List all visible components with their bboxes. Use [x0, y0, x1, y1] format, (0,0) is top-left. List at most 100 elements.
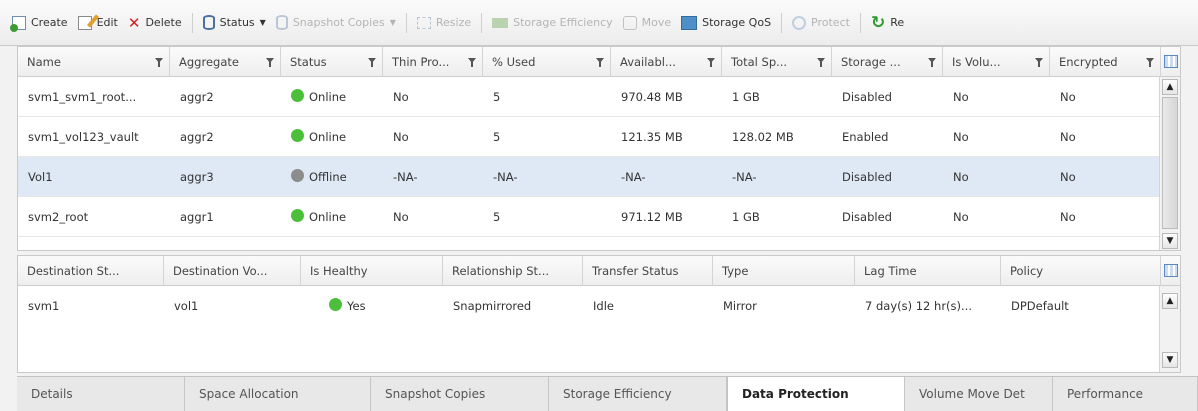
column-header-relationship-state[interactable]: Relationship St... — [443, 256, 583, 286]
column-header-total-space[interactable]: Total Sp... — [722, 47, 832, 77]
volume-name-cell: svm1_vol123_vault — [18, 117, 170, 157]
column-label: Relationship St... — [452, 264, 550, 278]
column-chooser-icon[interactable] — [1164, 264, 1178, 277]
available-cell: 971.12 MB — [611, 197, 722, 237]
cell-text: aggr2 — [180, 130, 214, 144]
column-header-transfer-status[interactable]: Transfer Status — [583, 256, 713, 286]
tab-volume-move-details[interactable]: Volume Move Det — [905, 377, 1053, 411]
filter-icon[interactable] — [817, 58, 825, 67]
status-cell: Online — [281, 197, 383, 237]
scroll-down-button[interactable]: ▼ — [1162, 233, 1178, 249]
column-header-destination-volume[interactable]: Destination Vo... — [164, 256, 301, 286]
refresh-icon: ↻ — [870, 12, 886, 33]
tab-storage-efficiency[interactable]: Storage Efficiency — [549, 377, 727, 411]
column-header-status[interactable]: Status — [281, 47, 383, 77]
filter-icon[interactable] — [155, 58, 163, 67]
cell-text: No — [393, 130, 409, 144]
cell-text: Online — [309, 130, 347, 144]
create-button[interactable]: Create — [10, 15, 68, 32]
column-label: Transfer Status — [592, 264, 679, 278]
qos-icon — [681, 15, 698, 30]
tab-space-allocation[interactable]: Space Allocation — [185, 377, 371, 411]
tab-snapshot-copies[interactable]: Snapshot Copies — [371, 377, 549, 411]
column-label: Availabl... — [620, 55, 676, 69]
table-row[interactable]: svm1_svm1_root... aggr2 Online No 5 970.48 MB… — [18, 77, 1161, 117]
thin-provisioned-cell: -NA- — [383, 157, 483, 197]
filter-icon[interactable] — [1035, 58, 1043, 67]
column-chooser-icon[interactable] — [1164, 55, 1178, 68]
cell-text: No — [1060, 210, 1076, 224]
is-volume-cell: No — [943, 197, 1050, 237]
used-cell: 5 — [483, 117, 611, 157]
toolbar-separator — [781, 12, 783, 33]
filter-icon[interactable] — [368, 58, 376, 67]
transfer-status-cell: Idle — [583, 286, 713, 326]
column-label: Type — [722, 264, 749, 278]
status-cell: Offline — [281, 157, 383, 197]
filter-icon[interactable] — [596, 58, 604, 67]
table-row[interactable]: svm2_root aggr1 Online No 5 971.12 MB 1 GB Disa… — [18, 197, 1161, 237]
cell-text: Idle — [593, 299, 614, 313]
volumes-scrollbar[interactable]: ▲ ▼ — [1159, 77, 1180, 250]
protect-button[interactable]: Protect — [792, 15, 850, 30]
available-cell: 970.48 MB — [611, 77, 722, 117]
delete-button[interactable]: ✕ Delete — [128, 15, 182, 30]
column-header-lag-time[interactable]: Lag Time — [855, 256, 1001, 286]
cell-text: No — [393, 90, 409, 104]
column-header-storage[interactable]: Storage ... — [832, 47, 943, 77]
column-header-type[interactable]: Type — [713, 256, 855, 286]
table-row[interactable]: Vol1 aggr3 Offline -NA- -NA- -NA- -NA- Disabled… — [18, 157, 1161, 197]
column-label: Name — [27, 55, 61, 69]
column-header-name[interactable]: Name — [18, 47, 170, 77]
column-header-is-healthy[interactable]: Is Healthy — [301, 256, 443, 286]
column-header-available[interactable]: Availabl... — [611, 47, 722, 77]
cell-text: -NA- — [393, 170, 418, 184]
column-header-thin-provisioned[interactable]: Thin Pro... — [383, 47, 483, 77]
protect-icon — [792, 15, 807, 30]
filter-icon[interactable] — [1146, 58, 1154, 67]
table-row[interactable]: svm1 vol1 Yes Snapmirrored Idle Mirror 7 day(s… — [18, 286, 1161, 326]
scroll-up-button[interactable]: ▲ — [1162, 79, 1178, 95]
scroll-down-button[interactable]: ▼ — [1162, 352, 1178, 368]
storage-efficiency-button[interactable]: Storage Efficiency — [492, 16, 613, 29]
cell-text: 5 — [493, 90, 501, 104]
cell-text: -NA- — [621, 170, 646, 184]
cell-text: svm2_root — [28, 210, 89, 224]
move-button[interactable]: Move — [622, 15, 671, 30]
tab-label: Storage Efficiency — [563, 387, 672, 401]
status-cell: Online — [281, 77, 383, 117]
scroll-thumb[interactable] — [1162, 97, 1178, 229]
type-cell: Mirror — [713, 286, 855, 326]
tab-performance[interactable]: Performance — [1053, 377, 1198, 411]
status-cell: Online — [281, 117, 383, 157]
cell-text: Yes — [347, 299, 366, 313]
status-button[interactable]: Status ▼ — [202, 15, 266, 30]
filter-icon[interactable] — [928, 58, 936, 67]
filter-icon[interactable] — [707, 58, 715, 67]
volume-name-cell: svm2_root — [18, 197, 170, 237]
storage-qos-button[interactable]: Storage QoS — [681, 15, 771, 30]
refresh-button[interactable]: ↻ Re — [870, 12, 905, 33]
snapshot-copies-button[interactable]: Snapshot Copies ▼ — [275, 15, 396, 30]
table-row[interactable]: svm1_vol123_vault aggr2 Online No 5 121.35 MB… — [18, 117, 1161, 157]
column-header-policy[interactable]: Policy — [1001, 256, 1161, 286]
cell-text: Online — [309, 90, 347, 104]
protection-scrollbar[interactable]: ▲ ▼ — [1159, 286, 1180, 372]
column-header-used[interactable]: % Used — [483, 47, 611, 77]
tab-data-protection[interactable]: Data Protection — [727, 377, 905, 411]
is-volume-cell: No — [943, 77, 1050, 117]
tab-label: Performance — [1067, 387, 1144, 401]
edit-button[interactable]: Edit — [77, 15, 118, 30]
resize-button[interactable]: Resize — [416, 16, 471, 29]
refresh-label: Re — [890, 16, 905, 29]
volume-name-cell: Vol1 — [18, 157, 170, 197]
filter-icon[interactable] — [266, 58, 274, 67]
toolbar-separator — [859, 12, 861, 33]
column-header-is-volume[interactable]: Is Volu... — [943, 47, 1050, 77]
tab-details[interactable]: Details — [17, 377, 185, 411]
column-header-encrypted[interactable]: Encrypted — [1050, 47, 1161, 77]
column-header-aggregate[interactable]: Aggregate — [170, 47, 281, 77]
column-header-destination-svm[interactable]: Destination St... — [18, 256, 164, 286]
scroll-up-button[interactable]: ▲ — [1162, 293, 1178, 309]
filter-icon[interactable] — [468, 58, 476, 67]
